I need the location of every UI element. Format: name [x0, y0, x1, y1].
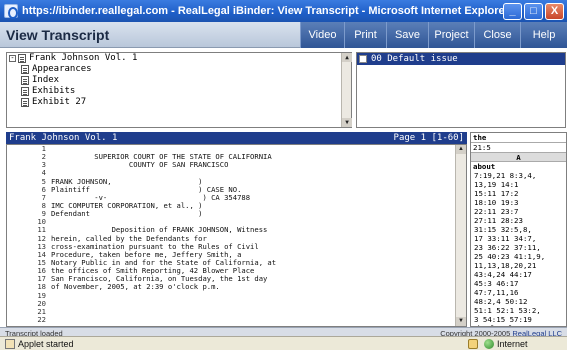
- issue-item[interactable]: 00 Default issue: [357, 53, 565, 65]
- lock-icon: [468, 338, 478, 349]
- index-reference[interactable]: 18:10 19:3: [471, 198, 566, 207]
- internet-explorer-icon: [4, 4, 18, 19]
- index-reference[interactable]: 22:11 23:7: [471, 207, 566, 216]
- tree-item-label: Index: [32, 75, 60, 85]
- index-reference[interactable]: 31:15 32:5,8,: [471, 225, 566, 234]
- save-button[interactable]: Save: [386, 22, 428, 48]
- minimize-button[interactable]: _: [503, 2, 522, 20]
- scroll-up-icon[interactable]: ▲: [342, 53, 352, 62]
- line-text: [51, 308, 466, 316]
- index-word[interactable]: about: [471, 162, 566, 171]
- index-reference[interactable]: 7:19,21 8:3,4,: [471, 171, 566, 180]
- tree-item-appearances[interactable]: Appearances: [7, 64, 351, 75]
- close-window-button[interactable]: X: [545, 2, 564, 20]
- transcript-tree: - Frank Johnson Vol. 1 Appearances Index…: [6, 52, 352, 128]
- line-number: 22: [37, 314, 46, 324]
- transcript-line: 22: [7, 314, 466, 324]
- tree-scrollbar[interactable]: ▲ ▼: [341, 53, 352, 127]
- issue-checkbox[interactable]: [359, 55, 367, 63]
- page-indicator: Page 1 [1-60]: [393, 133, 464, 143]
- globe-icon: [484, 338, 494, 349]
- window-title-bar: https://ibinder.reallegal.com - RealLega…: [0, 0, 567, 22]
- transcript-line: 20: [7, 299, 466, 308]
- project-button[interactable]: Project: [428, 22, 474, 48]
- help-button[interactable]: Help: [520, 22, 567, 48]
- window-controls: _ □ X: [503, 2, 564, 20]
- status-message: Applet started: [18, 338, 74, 349]
- video-button[interactable]: Video: [300, 22, 344, 48]
- tree-item-label: Exhibit 27: [32, 97, 87, 107]
- index-letter-header: A: [471, 152, 566, 162]
- line-text: [51, 316, 466, 324]
- transcript-line: 19: [7, 291, 466, 300]
- index-reference[interactable]: 11,13,18,20,21: [471, 261, 566, 270]
- tree-item-exhibits[interactable]: Exhibits: [7, 86, 351, 97]
- index-reference[interactable]: 25 40:23 41:1,9,: [471, 252, 566, 261]
- document-icon: [21, 76, 29, 85]
- transcript-line: 21: [7, 307, 466, 316]
- index-reference[interactable]: 3 54:15 57:19: [471, 315, 566, 324]
- document-icon: [21, 98, 29, 107]
- scroll-up-icon[interactable]: ▲: [456, 145, 466, 154]
- line-text: [51, 292, 466, 300]
- tree-item-index[interactable]: Index: [7, 75, 351, 86]
- transcript-header: Frank Johnson Vol. 1 Page 1 [1-60]: [6, 132, 467, 144]
- index-reference[interactable]: 15:11 17:2: [471, 189, 566, 198]
- document-icon: [21, 65, 29, 74]
- app-toolbar: Video Print Save Project Close Help: [300, 22, 567, 48]
- document-icon: [18, 54, 26, 63]
- tree-item-exhibit-27[interactable]: Exhibit 27: [7, 97, 351, 108]
- applet-icon: [5, 338, 15, 349]
- issue-label: 00 Default issue: [371, 54, 458, 64]
- index-reference[interactable]: 27:11 28:23: [471, 216, 566, 225]
- word-search-ref[interactable]: 21:5: [471, 143, 566, 152]
- close-button[interactable]: Close: [474, 22, 520, 48]
- index-reference[interactable]: 48:2,4 50:12: [471, 297, 566, 306]
- line-text: Defendant ): [51, 209, 203, 219]
- scroll-down-icon[interactable]: ▼: [342, 118, 352, 127]
- tree-item-label: Exhibits: [32, 86, 76, 96]
- word-index-panel: the 21:5 A about 7:19,21 8:3,4, 13,19 14:1…: [470, 132, 567, 327]
- index-reference[interactable]: 47:7,11,16: [471, 288, 566, 297]
- browser-content: View Transcript Video Print Save Project…: [0, 22, 567, 339]
- collapse-icon[interactable]: -: [9, 55, 16, 62]
- security-zone: Internet: [497, 338, 528, 349]
- document-icon: [21, 87, 29, 96]
- print-button[interactable]: Print: [344, 22, 386, 48]
- transcript-scrollbar[interactable]: ▲ ▼: [455, 145, 466, 326]
- line-text: [51, 300, 466, 308]
- line-text: of November, 2005, at 2:39 o'clock p.m.: [51, 282, 220, 292]
- word-search-value[interactable]: the: [471, 133, 566, 143]
- issues-panel: 00 Default issue: [356, 52, 566, 128]
- tree-item-label: Frank Johnson Vol. 1: [29, 53, 138, 63]
- transcript-line: 3 COUNTY OF SAN FRANCISCO: [7, 161, 466, 169]
- page-title: View Transcript: [6, 26, 110, 43]
- index-reference[interactable]: 45:3 46:17: [471, 279, 566, 288]
- tree-item-root[interactable]: - Frank Johnson Vol. 1: [7, 53, 351, 64]
- scroll-down-icon[interactable]: ▼: [456, 317, 466, 326]
- line-text: COUNTY OF SAN FRANCISCO: [51, 160, 229, 170]
- transcript-line: 18 of November, 2005, at 2:39 o'clock p.m…: [7, 283, 466, 291]
- transcript-view[interactable]: 12 SUPERIOR COURT OF THE STATE OF CALIFO…: [6, 144, 467, 327]
- tree-item-label: Appearances: [32, 64, 92, 74]
- maximize-button[interactable]: □: [524, 2, 543, 20]
- index-reference[interactable]: 17 33:11 34:7,: [471, 234, 566, 243]
- browser-status-bar: Applet started Internet: [0, 336, 567, 350]
- transcript-line: 9 Defendant ): [7, 209, 466, 219]
- index-reference[interactable]: 51:1 52:1 53:2,: [471, 306, 566, 315]
- window-title: https://ibinder.reallegal.com - RealLega…: [22, 5, 503, 17]
- transcript-name: Frank Johnson Vol. 1: [9, 133, 118, 143]
- index-reference[interactable]: 23 36:22 37:11,: [471, 243, 566, 252]
- index-reference[interactable]: 13,19 14:1: [471, 180, 566, 189]
- index-reference[interactable]: 43:4,24 44:17: [471, 270, 566, 279]
